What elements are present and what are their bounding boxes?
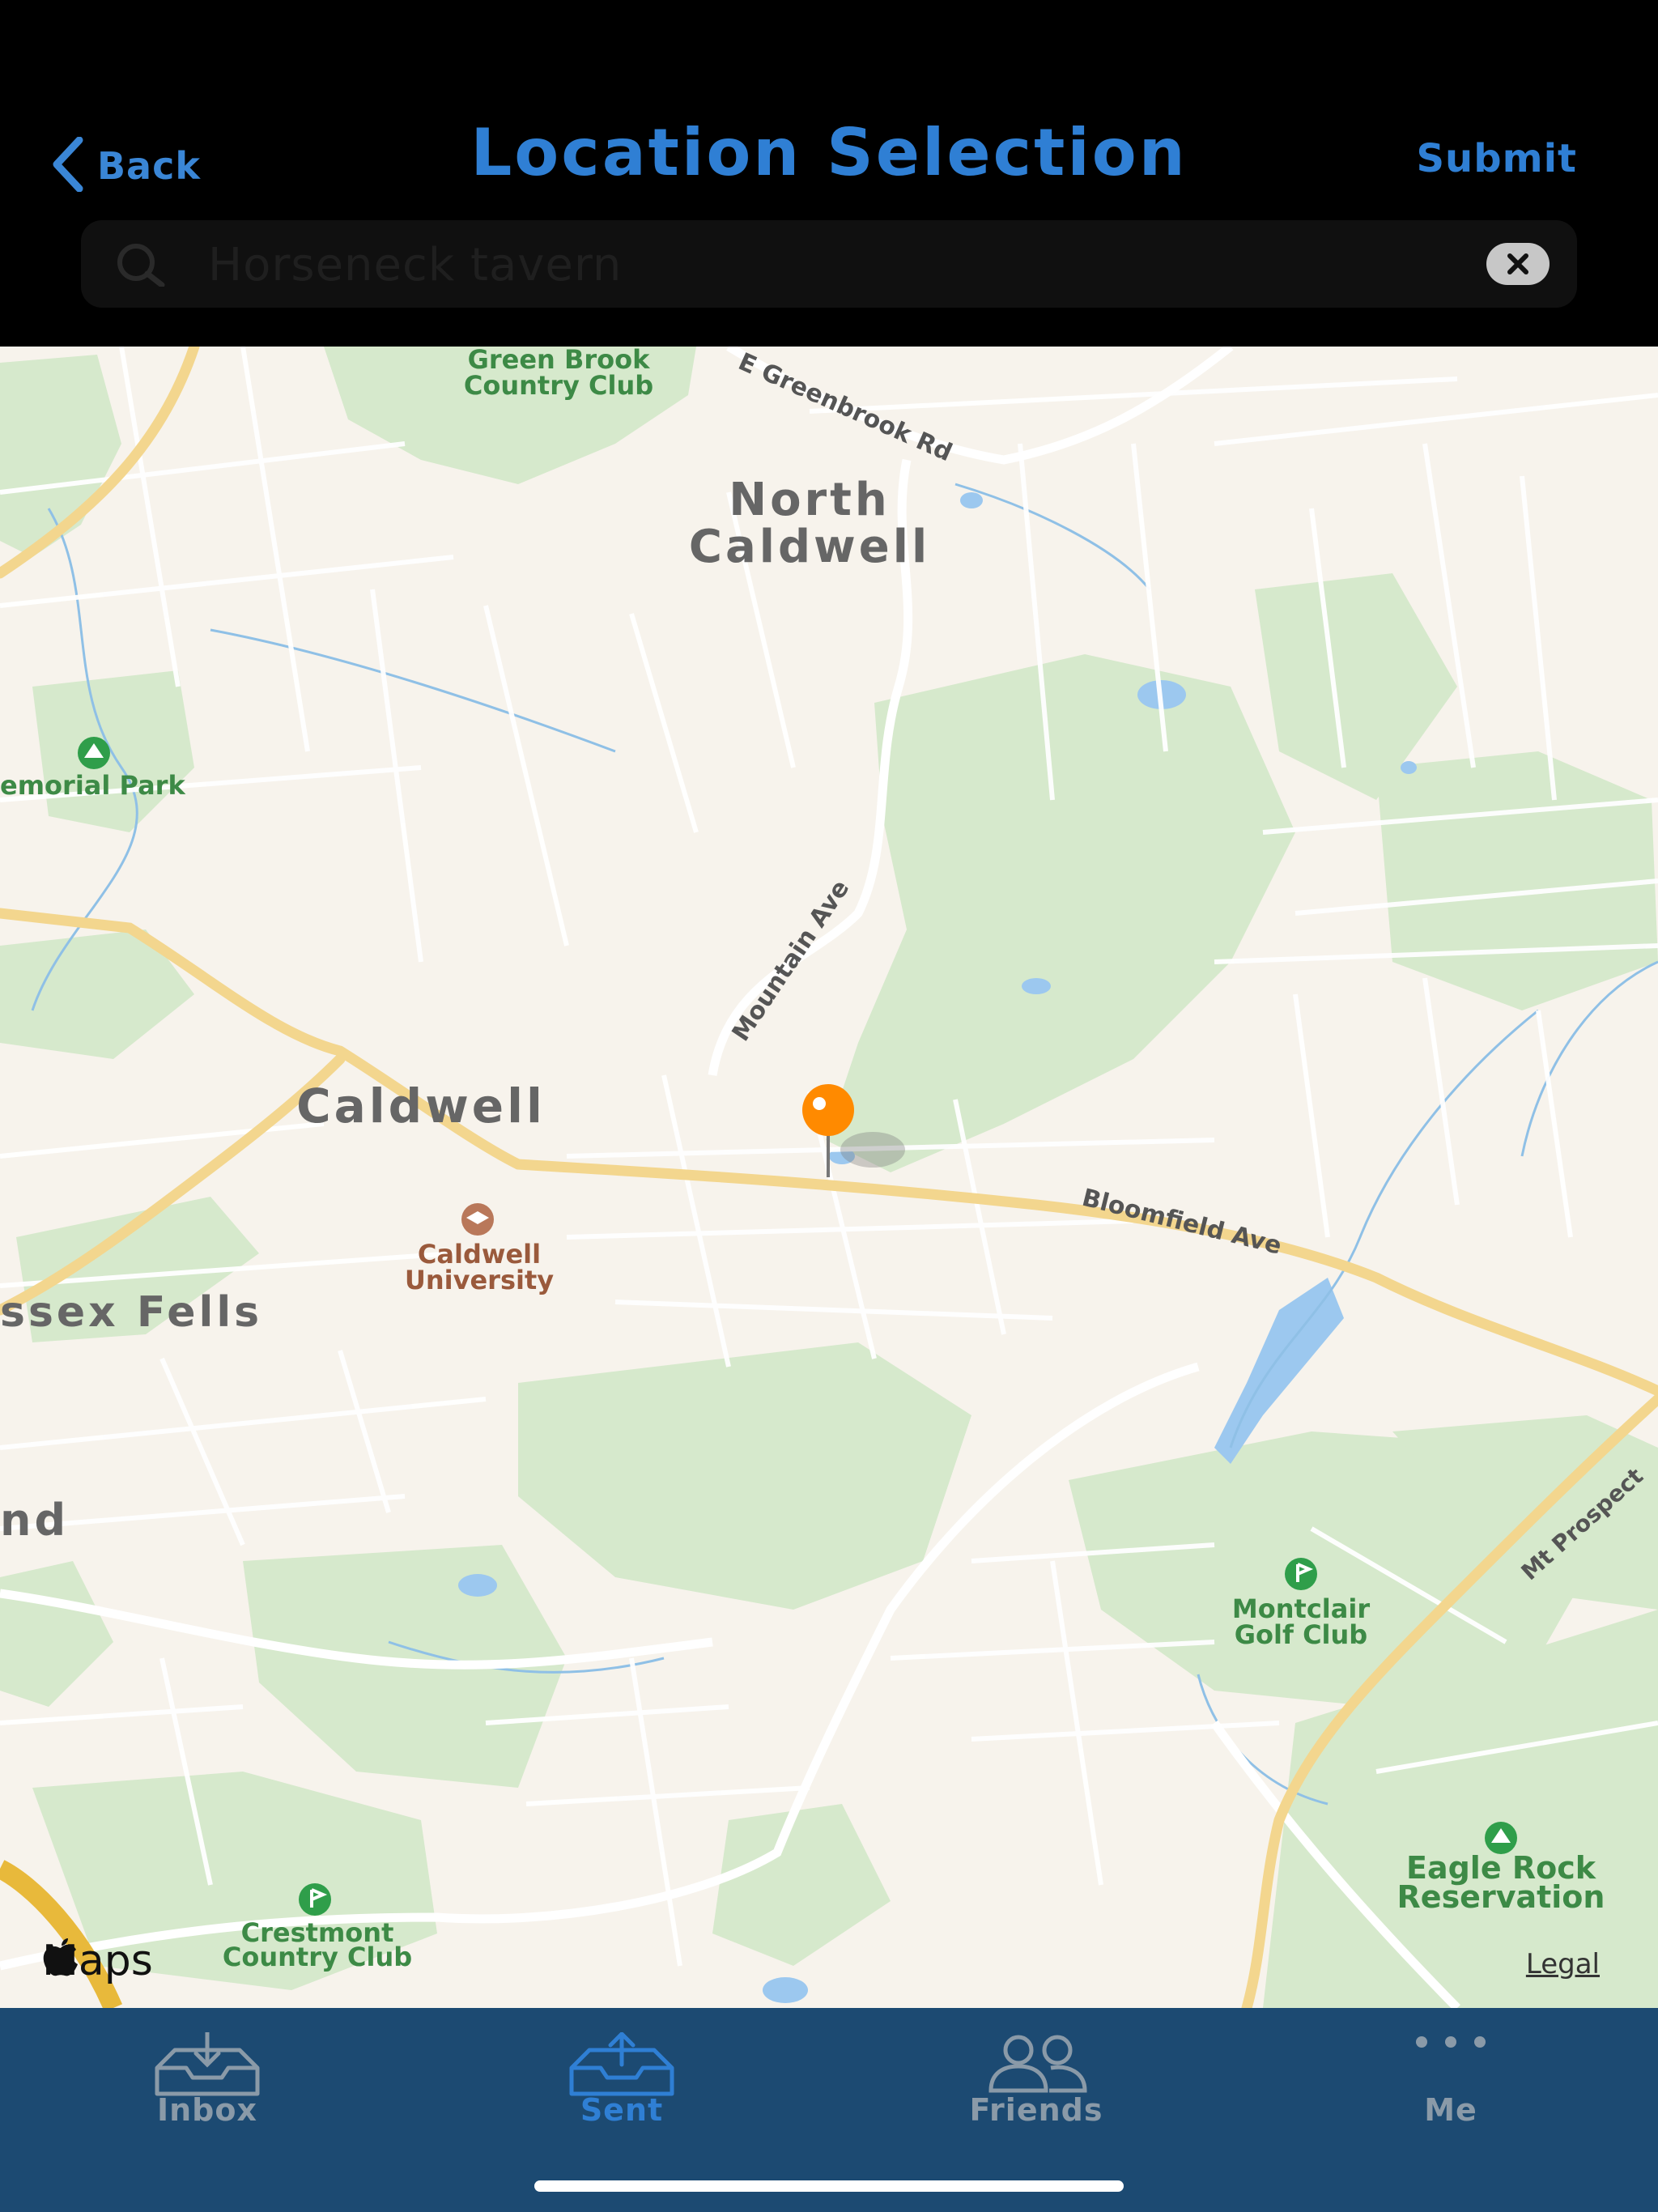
tab-friends-label: Friends [969,2092,1103,2128]
label-crestmont-cc: Country Club [223,1942,412,1972]
tab-inbox-label: Inbox [156,2092,257,2128]
label-caldwell: Caldwell [296,1078,546,1134]
tab-friends[interactable]: Friends [829,2008,1244,2170]
university-icon [461,1203,494,1236]
tab-sent[interactable]: Sent [414,2008,829,2170]
navigation-header: Back Location Selection Submit [0,0,1658,347]
golf-icon [1285,1558,1317,1590]
map-canvas: Green Brook Country Club E Greenbrook Rd… [0,347,1658,2008]
label-memorial-park: emorial Park [0,770,185,801]
submit-button[interactable]: Submit [1416,136,1577,181]
label-partial-nd: nd [0,1495,69,1546]
tab-inbox[interactable]: Inbox [0,2008,414,2170]
legal-link[interactable]: Legal [1526,1948,1600,1980]
label-golf-club: Golf Club [1235,1619,1367,1650]
label-green-brook-cc: Country Club [464,370,653,401]
label-essex-fells: ssex Fells [0,1288,262,1337]
label-north-caldwell-2: Caldwell [689,521,930,573]
park-icon [1485,1822,1517,1854]
search-input[interactable] [206,230,1456,300]
label-caldwell-university-2: University [405,1265,554,1295]
tab-sent-label: Sent [580,2092,664,2128]
label-north-caldwell: North [729,474,891,526]
clear-icon[interactable] [1486,243,1550,285]
home-indicator [534,2180,1124,2192]
tab-me-label: Me [1424,2092,1477,2128]
page-title: Location Selection [470,115,1188,190]
search-bar [81,220,1577,308]
golf-icon [299,1883,331,1916]
label-reservation: Reservation [1397,1879,1605,1915]
park-icon [78,737,110,769]
map-view[interactable]: Green Brook Country Club E Greenbrook Rd… [0,347,1658,2008]
tab-me[interactable]: Me [1244,2008,1658,2170]
maps-attribution: Maps [42,1937,153,1985]
search-icon [112,241,176,290]
